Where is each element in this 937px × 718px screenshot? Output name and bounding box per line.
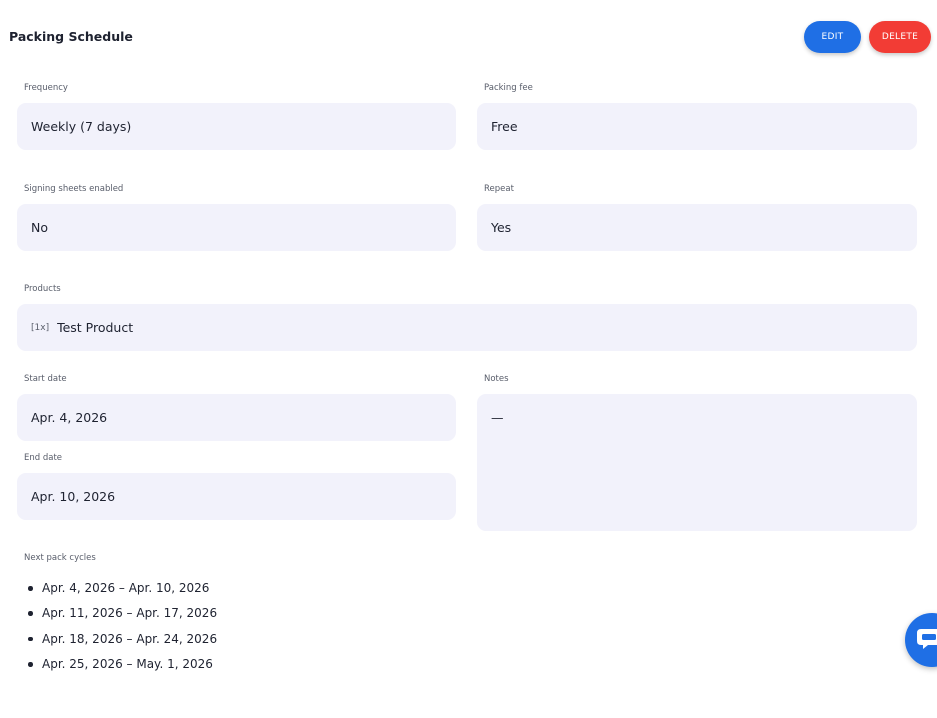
product-name: Test Product <box>57 320 134 335</box>
product-quantity: [1x] <box>31 323 50 333</box>
notes-field: — <box>477 394 917 531</box>
frequency-field: Weekly (7 days) <box>17 103 456 150</box>
cycle-item: Apr. 25, 2026 – May. 1, 2026 <box>24 654 217 679</box>
packing-fee-field: Free <box>477 103 917 150</box>
page-title: Packing Schedule <box>9 29 133 44</box>
start-date-label: Start date <box>24 374 67 384</box>
frequency-label: Frequency <box>24 83 68 93</box>
cycle-item: Apr. 11, 2026 – Apr. 17, 2026 <box>24 603 217 628</box>
signing-sheets-label: Signing sheets enabled <box>24 184 124 194</box>
next-cycles-label: Next pack cycles <box>24 553 96 563</box>
chat-bubble-icon <box>917 629 937 649</box>
packing-schedule-page: Packing Schedule EDIT DELETE Frequency W… <box>0 0 937 718</box>
delete-button[interactable]: DELETE <box>869 21 931 53</box>
chat-widget-button[interactable] <box>905 613 937 667</box>
edit-button[interactable]: EDIT <box>804 21 861 53</box>
products-label: Products <box>24 284 61 294</box>
notes-label: Notes <box>484 374 509 384</box>
end-date-label: End date <box>24 453 63 463</box>
start-date-field: Apr. 4, 2026 <box>17 394 456 441</box>
repeat-label: Repeat <box>484 184 514 194</box>
signing-sheets-field: No <box>17 204 456 251</box>
cycle-item: Apr. 4, 2026 – Apr. 10, 2026 <box>24 578 217 603</box>
products-field: [1x] Test Product <box>17 304 917 351</box>
repeat-field: Yes <box>477 204 917 251</box>
next-cycles-list: Apr. 4, 2026 – Apr. 10, 2026 Apr. 11, 20… <box>24 578 217 680</box>
end-date-field: Apr. 10, 2026 <box>17 473 456 520</box>
packing-fee-label: Packing fee <box>484 83 533 93</box>
cycle-item: Apr. 18, 2026 – Apr. 24, 2026 <box>24 629 217 654</box>
